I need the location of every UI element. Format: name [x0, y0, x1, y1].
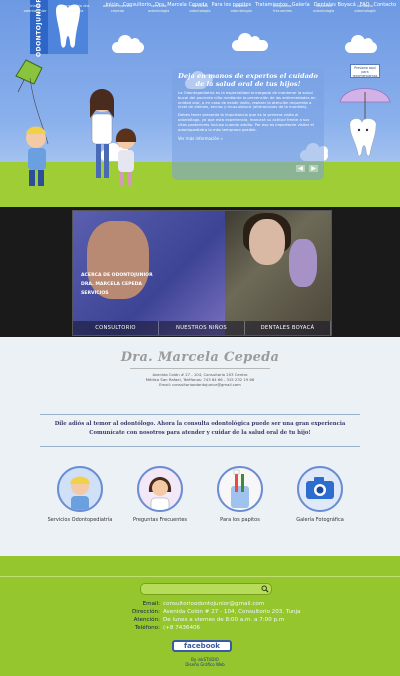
service-label[interactable]: Servicios Odontopediatría	[40, 517, 120, 523]
address-label: Dirección:	[131, 609, 160, 615]
banner-photo-girl	[225, 211, 331, 335]
service-galeria[interactable]: Galería Fotográfica	[280, 466, 360, 523]
footer-menu: inicio odontojunior consultorio dra. mar…	[20, 4, 380, 14]
more-info-link[interactable]: Ver más información »	[178, 136, 318, 141]
search-icon[interactable]	[261, 585, 269, 593]
footer-link[interactable]: galería odontología	[226, 4, 256, 14]
banner-menu-acerca[interactable]: ACERCA DE ODONTOJUNIOR	[81, 271, 153, 280]
umbrella-tooth-icon[interactable]	[336, 78, 394, 162]
service-odontopediatria[interactable]: Servicios Odontopediatría	[40, 466, 120, 523]
facebook-button[interactable]: facebook	[172, 640, 232, 652]
banner-menu-doctora[interactable]: DRA. MARCELA CEPEDA	[81, 280, 153, 289]
prev-arrow-icon[interactable]: ◀	[296, 165, 305, 172]
email-label: Email:	[142, 601, 160, 607]
doctor-email: Email: consultorioodontojunior@gmail.com	[159, 382, 241, 387]
services-row: Servicios Odontopediatría Preguntas Frec…	[40, 466, 360, 523]
girl-face	[249, 219, 285, 265]
credit-sub: Diseño Gráfico Web	[185, 662, 225, 667]
footer-link[interactable]: consultorio dra. marcela	[61, 4, 91, 14]
next-arrow-icon[interactable]: ▶	[309, 165, 318, 172]
photo-banner: ACERCA DE ODONTOJUNIOR DRA. MARCELA CEPE…	[72, 210, 332, 336]
banner-tab-consultorio[interactable]: CONSULTORIO	[73, 321, 159, 335]
doctor-info: Dra. Marcela Cepeda Avenida Colón # 27 -…	[0, 350, 400, 387]
footer-link[interactable]: doctora marcela cepeda	[103, 4, 133, 14]
service-label[interactable]: Para los papitos	[200, 517, 280, 523]
welcome-message: Dile adiós al temor al odontólogo. Ahora…	[0, 420, 400, 438]
recommend-sign[interactable]: Presiona aquí para recomendarnos	[350, 64, 380, 78]
phone-label: Teléfono:	[134, 625, 160, 631]
banner-tab-dentales[interactable]: DENTALES BOYACÁ	[245, 321, 331, 335]
slider-arrows: ◀ ▶	[296, 165, 318, 172]
credit: By inkSTUDIO Diseño Gráfico Web	[180, 657, 230, 667]
info-paragraph: Debes tener presente la importancia que …	[178, 112, 314, 132]
service-preguntas[interactable]: Preguntas Frecuentes	[120, 466, 200, 523]
info-panel: Deja en manos de expertos el cuidado de …	[172, 68, 324, 180]
kids-illustration	[15, 59, 137, 186]
footer-link[interactable]: servicios odontología	[144, 4, 174, 14]
girl-icon[interactable]	[137, 466, 183, 512]
plush-bunny	[289, 239, 317, 287]
info-paragraph: La Odontopediatría es la especialidad en…	[178, 90, 316, 110]
address-value: Avenida Colón # 27 - 104, Consultorio 20…	[163, 609, 301, 615]
service-label[interactable]: Galería Fotográfica	[280, 517, 360, 523]
service-label[interactable]: Preguntas Frecuentes	[120, 517, 200, 523]
hours-label: Atención:	[133, 617, 160, 623]
cloud	[345, 35, 377, 53]
email-link[interactable]: consultorioodontojunior@gmail.com	[163, 600, 264, 608]
footer-link[interactable]: contacto odontología	[350, 4, 380, 14]
cloud	[232, 33, 268, 51]
divider	[40, 414, 360, 415]
banner-menu-servicios[interactable]: SERVICIOS	[81, 289, 153, 298]
search-input[interactable]	[140, 583, 272, 595]
doctor-name: Dra. Marcela Cepeda	[120, 350, 280, 365]
banner-tabs: CONSULTORIO NUESTROS NIÑOS DENTALES BOYA…	[73, 321, 331, 335]
camera-icon[interactable]	[297, 466, 343, 512]
contact-info: Email: consultorioodontojunior@gmail.com …	[100, 600, 320, 632]
message-line: Comunícate con nosotros para atender y c…	[89, 430, 311, 436]
footer-link[interactable]: importes odontología	[309, 4, 339, 14]
footer-divider	[0, 576, 400, 577]
cloud	[112, 35, 144, 53]
divider	[130, 368, 270, 369]
boy-icon[interactable]	[57, 466, 103, 512]
service-papitos[interactable]: Para los papitos	[200, 466, 280, 523]
toothbrush-icon[interactable]	[217, 466, 263, 512]
banner-menu: ACERCA DE ODONTOJUNIOR DRA. MARCELA CEPE…	[81, 271, 153, 298]
banner-tab-ninos[interactable]: NUESTROS NIÑOS	[159, 321, 245, 335]
hours-value: De lunes a viernes de 8:00 a.m. a 7:00 p…	[163, 617, 285, 623]
phone-value: (+8 7436406	[163, 625, 201, 631]
info-title: Deja en manos de expertos el cuidado de …	[178, 72, 318, 88]
footer-link[interactable]: preguntas frecuentes	[268, 4, 298, 14]
footer-link[interactable]: servicios odontología	[185, 4, 215, 14]
message-line: Dile adiós al temor al odontólogo. Ahora…	[54, 421, 346, 427]
divider	[40, 446, 360, 447]
footer-link[interactable]: inicio odontojunior	[20, 4, 50, 14]
